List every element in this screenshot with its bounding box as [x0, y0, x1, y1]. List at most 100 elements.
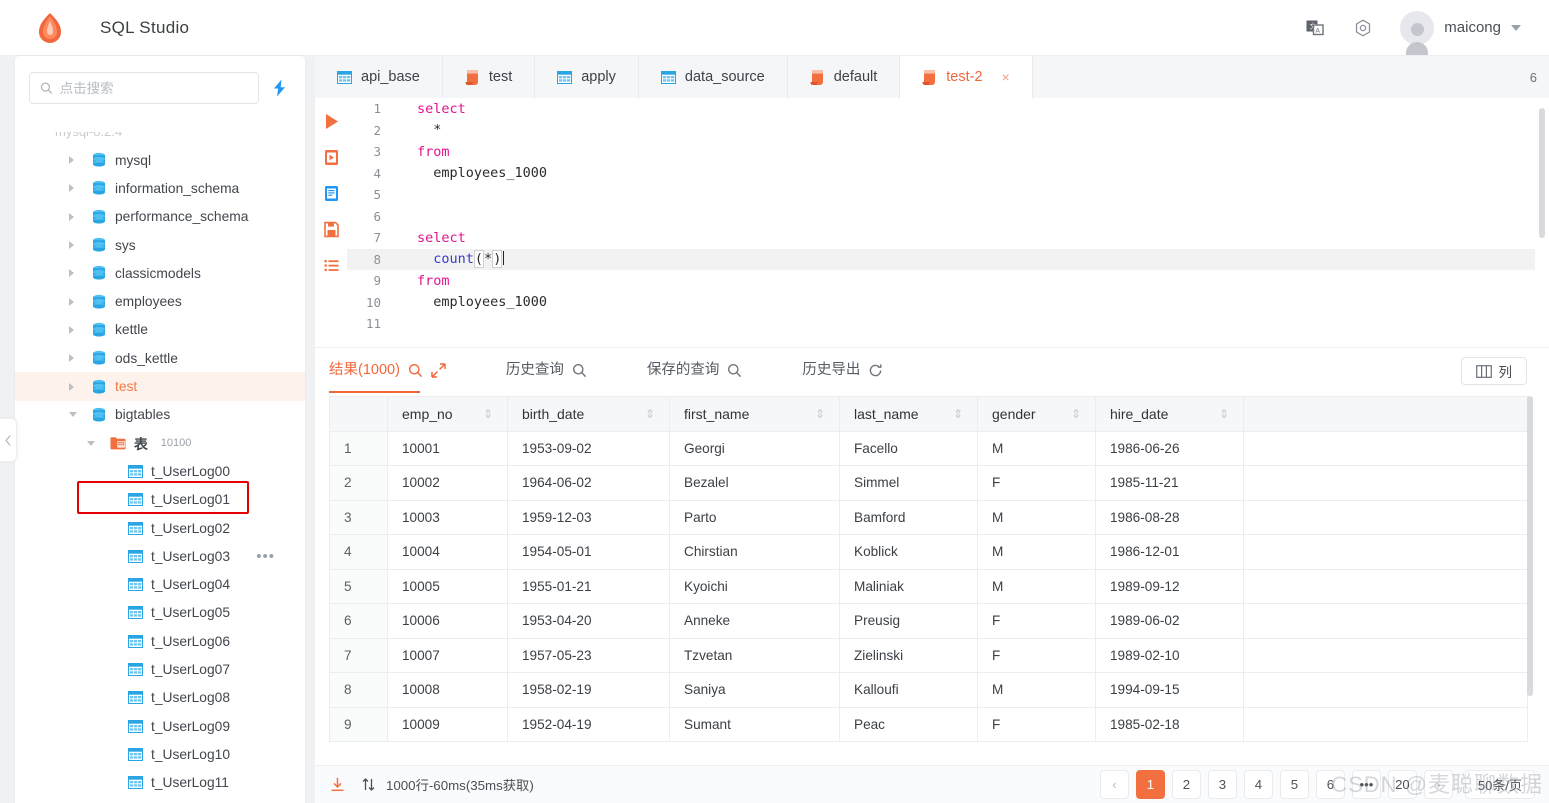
columns-button[interactable]: 列	[1460, 357, 1527, 385]
run-icon[interactable]	[322, 112, 341, 131]
page-button-1[interactable]: 1	[1135, 770, 1165, 799]
table-row[interactable]: 9 10009 1952-04-19 Sumant Peac F 1985-02-18	[329, 706, 1528, 742]
sort-icon[interactable]: ⇕	[483, 407, 493, 421]
grid-col-last_name[interactable]: last_name ⇕	[839, 396, 978, 432]
grid-cell[interactable]	[1243, 706, 1528, 742]
grid-cell[interactable]: M	[977, 568, 1096, 604]
sort-icon[interactable]: ⇕	[1071, 407, 1081, 421]
tree-node-db-information_schema[interactable]: information_schema	[15, 174, 305, 202]
page-button-5[interactable]: 5	[1279, 770, 1309, 799]
grid-cell[interactable]	[1243, 499, 1528, 535]
grid-cell[interactable]: M	[977, 672, 1096, 708]
grid-cell[interactable]: 10006	[387, 603, 508, 639]
close-icon[interactable]: ×	[1002, 69, 1010, 85]
code-line-6[interactable]: 6	[347, 206, 1535, 228]
grid-cell[interactable]: Saniya	[669, 672, 840, 708]
grid-cell[interactable]: Tzvetan	[669, 637, 840, 673]
grid-cell[interactable]: 1994-09-15	[1095, 672, 1244, 708]
grid-col-emp_no[interactable]: emp_no ⇕	[387, 396, 508, 432]
grid-cell[interactable]: 1964-06-02	[507, 465, 670, 501]
sidebar-collapse-handle[interactable]	[0, 418, 17, 462]
tree-node-table-t_UserLog03[interactable]: t_UserLog03 •••	[15, 542, 305, 570]
save-icon[interactable]	[322, 220, 341, 239]
grid-cell[interactable]: 1989-06-02	[1095, 603, 1244, 639]
grid-cell[interactable]: Maliniak	[839, 568, 978, 604]
tree-node-table-t_UserLog09[interactable]: t_UserLog09	[15, 712, 305, 740]
sort-icon[interactable]: ⇕	[815, 407, 825, 421]
tree-node-db-employees[interactable]: employees	[15, 287, 305, 315]
grid-cell[interactable]: Chirstian	[669, 534, 840, 570]
grid-cell[interactable]: F	[977, 465, 1096, 501]
grid-cell[interactable]: Peac	[839, 706, 978, 742]
grid-cell[interactable]: Parto	[669, 499, 840, 535]
grid-scrollbar[interactable]	[1527, 396, 1533, 696]
tree-node-tables-folder[interactable]: 表 10100	[15, 429, 305, 457]
grid-cell[interactable]: F	[977, 706, 1096, 742]
result-tab-保存的查询[interactable]: 保存的查询	[647, 348, 743, 393]
table-row[interactable]: 4 10004 1954-05-01 Chirstian Koblick M 1986-12…	[329, 534, 1528, 570]
run-file-icon[interactable]	[322, 148, 341, 167]
grid-cell[interactable]: Preusig	[839, 603, 978, 639]
sort-icon[interactable]: ⇕	[645, 407, 655, 421]
page-button-6[interactable]: 6	[1315, 770, 1345, 799]
result-tab-历史查询[interactable]: 历史查询	[506, 348, 587, 393]
tree-node-table-t_UserLog10[interactable]: t_UserLog10	[15, 740, 305, 768]
tab-test-2[interactable]: test-2 ×	[900, 56, 1033, 98]
grid-cell[interactable]: 1957-05-23	[507, 637, 670, 673]
tree-node-table-t_UserLog07[interactable]: t_UserLog07	[15, 655, 305, 683]
tab-default[interactable]: default	[787, 56, 901, 98]
code-line-2[interactable]: 2 *	[347, 120, 1535, 142]
grid-cell[interactable]: Simmel	[839, 465, 978, 501]
tree-node-db-mysql[interactable]: mysql	[15, 146, 305, 174]
sql-editor[interactable]: 1 select 2 * 3 from 4 employees_1000 5 6 7 select…	[315, 98, 1549, 348]
download-icon[interactable]	[329, 776, 346, 793]
grid-cell[interactable]: 1959-12-03	[507, 499, 670, 535]
search-box[interactable]	[29, 72, 259, 104]
grid-cell[interactable]: F	[977, 603, 1096, 639]
grid-cell[interactable]: Sumant	[669, 706, 840, 742]
code-line-8[interactable]: 8 count(*)	[347, 248, 1535, 270]
page-button-›[interactable]: ›	[1423, 770, 1453, 799]
grid-cell[interactable]: 10001	[387, 430, 508, 466]
user-menu[interactable]: maicong	[1400, 10, 1521, 55]
code-lines[interactable]: 1 select 2 * 3 from 4 employees_1000 5 6 7 select…	[347, 98, 1535, 347]
grid-cell[interactable]: 10004	[387, 534, 508, 570]
updown-arrows-icon[interactable]	[360, 776, 377, 793]
grid-cell[interactable]: 1985-11-21	[1095, 465, 1244, 501]
grid-cell[interactable]: Koblick	[839, 534, 978, 570]
page-button-3[interactable]: 3	[1207, 770, 1237, 799]
grid-cell[interactable]: 10005	[387, 568, 508, 604]
grid-cell[interactable]	[1243, 603, 1528, 639]
tree-node-db-performance_schema[interactable]: performance_schema	[15, 203, 305, 231]
table-row[interactable]: 5 10005 1955-01-21 Kyoichi Maliniak M 1989-09-…	[329, 568, 1528, 604]
grid-cell[interactable]: M	[977, 534, 1096, 570]
grid-cell[interactable]: 1958-02-19	[507, 672, 670, 708]
grid-cell[interactable]: 1986-12-01	[1095, 534, 1244, 570]
result-tab-结果(1000)[interactable]: 结果(1000)	[329, 348, 446, 393]
tree-node-db-classicmodels[interactable]: classicmodels	[15, 259, 305, 287]
grid-cell[interactable]	[1243, 534, 1528, 570]
translate-icon[interactable]: 文 A	[1304, 17, 1326, 39]
grid-cell[interactable]: Anneke	[669, 603, 840, 639]
tab-api_base[interactable]: api_base	[315, 56, 443, 98]
page-button-•••[interactable]: •••	[1351, 770, 1381, 799]
code-line-1[interactable]: 1 select	[347, 98, 1535, 120]
page-button-‹[interactable]: ‹	[1099, 770, 1129, 799]
tree-node-db-kettle[interactable]: kettle	[15, 316, 305, 344]
tree-node-table-t_UserLog06[interactable]: t_UserLog06	[15, 627, 305, 655]
grid-cell[interactable]	[1243, 568, 1528, 604]
grid-cell[interactable]: F	[977, 637, 1096, 673]
code-line-7[interactable]: 7 select	[347, 227, 1535, 249]
sort-icon[interactable]: ⇕	[953, 407, 963, 421]
code-line-3[interactable]: 3 from	[347, 141, 1535, 163]
row-more-icon[interactable]: •••	[256, 548, 275, 565]
tree-node-db-ods_kettle[interactable]: ods_kettle	[15, 344, 305, 372]
editor-scrollbar[interactable]	[1539, 108, 1545, 238]
grid-cell[interactable]: Kalloufi	[839, 672, 978, 708]
grid-cell[interactable]: 1986-08-28	[1095, 499, 1244, 535]
page-button-2[interactable]: 2	[1171, 770, 1201, 799]
grid-cell[interactable]: 10008	[387, 672, 508, 708]
grid-cell[interactable]: 10007	[387, 637, 508, 673]
grid-cell[interactable]: 1989-02-10	[1095, 637, 1244, 673]
table-row[interactable]: 7 10007 1957-05-23 Tzvetan Zielinski F 1989-02…	[329, 637, 1528, 673]
